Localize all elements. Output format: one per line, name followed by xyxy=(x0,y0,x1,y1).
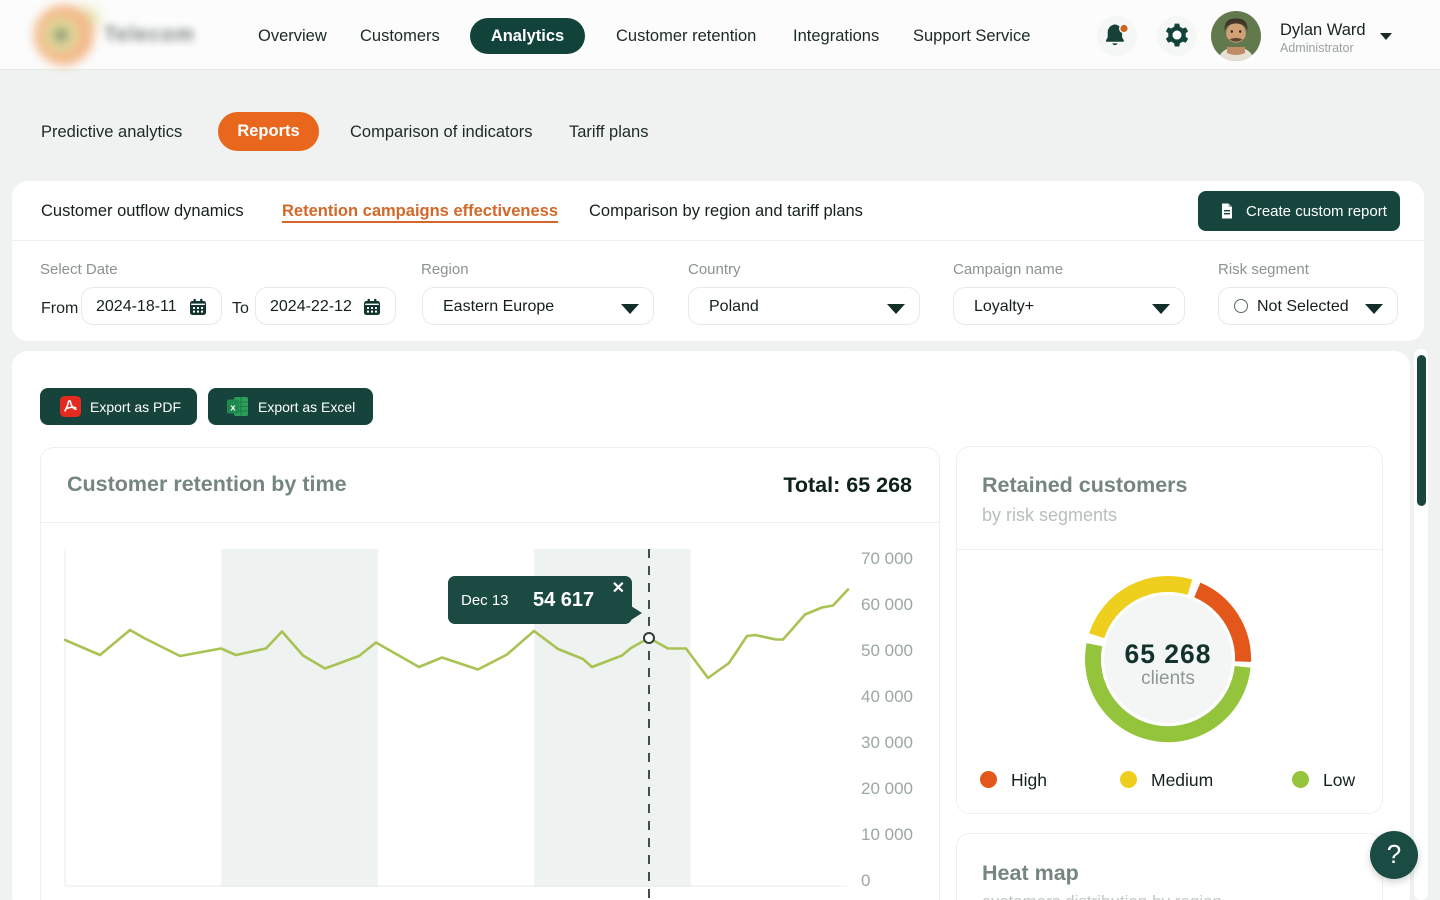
svg-text:20 000: 20 000 xyxy=(861,779,913,798)
svg-text:65 268: 65 268 xyxy=(1124,639,1211,669)
svg-text:40 000: 40 000 xyxy=(861,687,913,706)
svg-text:clients: clients xyxy=(1141,668,1195,689)
svg-text:50 000: 50 000 xyxy=(861,641,913,660)
svg-text:70 000: 70 000 xyxy=(861,549,913,568)
svg-text:10 000: 10 000 xyxy=(861,825,913,844)
svg-text:x: x xyxy=(230,403,236,414)
svg-text:60 000: 60 000 xyxy=(861,595,913,614)
svg-text:30 000: 30 000 xyxy=(861,733,913,752)
svg-text:0: 0 xyxy=(861,871,870,890)
